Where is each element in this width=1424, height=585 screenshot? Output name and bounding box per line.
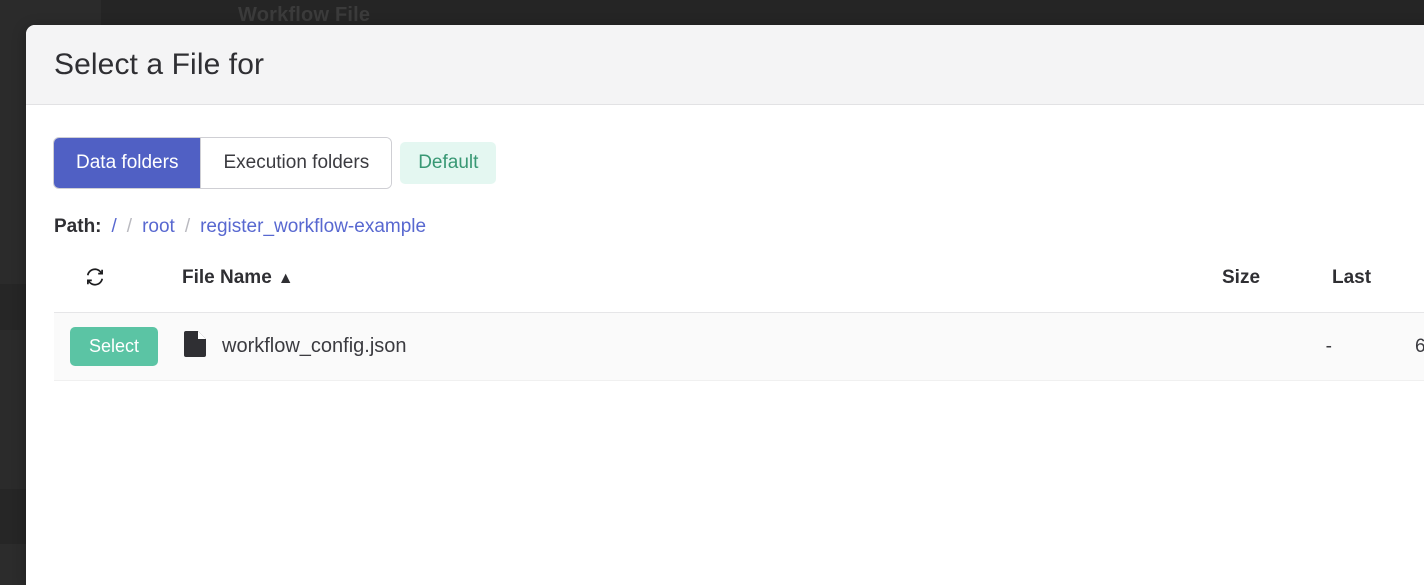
row-size-cell: - [1222, 312, 1332, 381]
file-name-label: workflow_config.json [222, 335, 407, 357]
breadcrumb: Path: / / root / register_workflow-examp… [54, 216, 1418, 238]
row-action-cell: Select [54, 312, 182, 381]
breadcrumb-item-root-slash[interactable]: / [112, 216, 117, 238]
folder-source-tabs: Data folders Execution folders Default [54, 138, 1418, 188]
refresh-column-header [54, 264, 182, 313]
refresh-icon[interactable] [84, 266, 106, 292]
file-list-table: File Name ▲ Size Last Select workflow_co… [54, 264, 1424, 381]
breadcrumb-separator: / [126, 216, 133, 237]
column-header-file-name[interactable]: File Name ▲ [182, 264, 1222, 313]
status-badge-default: Default [400, 142, 497, 184]
file-document-icon [184, 330, 206, 363]
breadcrumb-item-register-workflow-example[interactable]: register_workflow-example [200, 216, 426, 238]
column-header-last-modified[interactable]: Last [1332, 264, 1424, 313]
modal-body: Data folders Execution folders Default P… [26, 105, 1424, 381]
row-last-modified-cell: 6/26 [1332, 312, 1424, 381]
table-header-row: File Name ▲ Size Last [54, 264, 1424, 313]
breadcrumb-separator: / [184, 216, 191, 237]
select-button[interactable]: Select [70, 327, 159, 366]
modal-header: Select a File for [26, 25, 1424, 105]
column-header-file-name-label: File Name [182, 267, 272, 288]
tab-execution-folders[interactable]: Execution folders [200, 138, 392, 188]
tab-data-folders[interactable]: Data folders [54, 138, 201, 188]
table-row[interactable]: Select workflow_config.json - 6 [54, 312, 1424, 381]
file-picker-modal: Select a File for Data folders Execution… [26, 25, 1424, 585]
sort-ascending-icon: ▲ [277, 270, 294, 287]
row-file-name-cell: workflow_config.json [182, 312, 1222, 381]
page-title: Select a File for [54, 47, 265, 81]
breadcrumb-item-root[interactable]: root [142, 216, 175, 238]
column-header-size[interactable]: Size [1222, 264, 1332, 313]
breadcrumb-label: Path: [54, 216, 102, 237]
background-page-title: Workflow File [238, 4, 371, 26]
tab-button-group: Data folders Execution folders [54, 138, 392, 188]
